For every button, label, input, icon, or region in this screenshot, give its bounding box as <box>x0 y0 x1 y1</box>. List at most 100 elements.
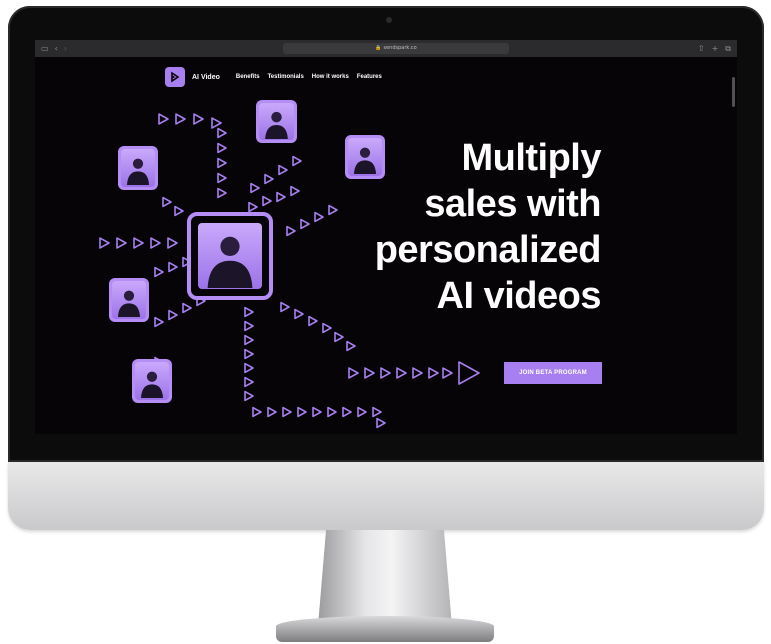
arrow-icon <box>308 315 318 327</box>
hero-title: Multiply sales with personalized AI vide… <box>374 135 602 319</box>
arrow-icon <box>262 195 272 207</box>
arrow-icon <box>162 196 172 208</box>
brand-name[interactable]: AI Video <box>192 74 220 81</box>
arrow-icon <box>193 113 204 125</box>
share-icon[interactable]: ⇧ <box>698 40 705 57</box>
video-thumbnail <box>345 135 385 179</box>
video-thumbnail <box>132 359 172 403</box>
nav-link-features[interactable]: Features <box>357 74 382 80</box>
person-icon <box>353 147 377 174</box>
arrow-icon <box>300 218 310 230</box>
arrow-icon <box>327 406 337 418</box>
nav-link-how-it-works[interactable]: How it works <box>312 74 349 80</box>
hero-title-line: sales with <box>424 183 601 225</box>
arrow-icon <box>244 376 254 388</box>
person-icon <box>207 236 253 288</box>
new-tab-icon[interactable]: + <box>712 40 719 57</box>
logo-icon[interactable] <box>165 67 185 87</box>
arrow-icon <box>217 127 227 139</box>
arrow-icon <box>334 331 344 343</box>
arrow-icon <box>314 211 324 223</box>
arrow-icon <box>412 367 423 379</box>
hero-title-line: Multiply <box>461 137 601 179</box>
site-nav: AI Video Benefits Testimonials How it wo… <box>165 67 390 87</box>
arrow-icon <box>168 309 178 321</box>
sidebar-icon[interactable]: ▭ <box>41 40 49 57</box>
monitor-stand <box>318 530 452 626</box>
arrow-icon <box>280 301 290 313</box>
arrow-icon <box>458 361 480 385</box>
arrow-icon <box>217 157 227 169</box>
camera-icon <box>386 17 392 23</box>
browser-toolbar: ▭ ‹ › 🔒 sendspark.co ⇧ + ⧉ <box>35 40 737 57</box>
nav-link-benefits[interactable]: Benefits <box>236 74 260 80</box>
arrow-icon <box>252 406 262 418</box>
arrow-icon <box>182 302 192 314</box>
arrow-icon <box>217 187 227 199</box>
arrow-icon <box>133 237 144 249</box>
hero-title-line: personalized <box>374 229 602 271</box>
arrow-icon <box>357 406 367 418</box>
person-icon <box>265 111 288 139</box>
nav-link-testimonials[interactable]: Testimonials <box>268 74 304 80</box>
arrow-icon <box>312 406 322 418</box>
arrow-icon <box>175 113 186 125</box>
arrow-icon <box>346 340 356 352</box>
arrow-icon <box>217 142 227 154</box>
arrow-icon <box>244 390 254 402</box>
arrow-icon <box>348 367 359 379</box>
video-thumbnail <box>109 278 149 322</box>
arrow-icon <box>297 406 307 418</box>
arrow-icon <box>294 308 304 320</box>
arrow-icon <box>267 406 277 418</box>
person-icon <box>140 371 164 398</box>
forward-icon[interactable]: › <box>64 40 67 57</box>
video-thumbnail <box>118 146 158 190</box>
arrow-icon <box>428 367 439 379</box>
arrow-icon <box>154 266 164 278</box>
tabs-icon[interactable]: ⧉ <box>725 40 731 57</box>
arrow-icon <box>282 406 292 418</box>
screen: ▭ ‹ › 🔒 sendspark.co ⇧ + ⧉ AI Video Benef… <box>35 40 737 434</box>
address-bar[interactable]: 🔒 sendspark.co <box>283 43 509 54</box>
arrow-icon <box>154 316 164 328</box>
arrow-icon <box>396 367 407 379</box>
main-video-thumbnail <box>187 212 273 300</box>
arrow-icon <box>244 320 254 332</box>
person-icon <box>117 290 141 317</box>
arrow-icon <box>328 204 338 216</box>
arrow-icon <box>158 113 169 125</box>
arrow-icon <box>116 237 127 249</box>
arrow-icon <box>292 155 302 167</box>
arrow-icon <box>167 237 178 249</box>
arrow-icon <box>174 205 184 217</box>
monitor-chin <box>8 462 764 530</box>
scrollbar[interactable] <box>732 77 735 107</box>
arrow-icon <box>276 191 286 203</box>
person-icon <box>126 158 150 185</box>
back-icon[interactable]: ‹ <box>55 40 58 57</box>
arrow-icon <box>342 406 352 418</box>
video-thumbnail <box>256 100 297 143</box>
arrow-icon <box>211 117 222 129</box>
arrow-icon <box>380 367 391 379</box>
arrow-icon <box>290 185 300 197</box>
arrow-icon <box>244 334 254 346</box>
arrow-icon <box>278 164 288 176</box>
hero-title-line: AI videos <box>436 275 602 317</box>
arrow-icon <box>372 406 382 418</box>
arrow-icon <box>264 173 274 185</box>
arrow-icon <box>168 261 178 273</box>
arrow-icon <box>364 367 375 379</box>
landing-page: AI Video Benefits Testimonials How it wo… <box>35 57 737 434</box>
arrow-icon <box>244 348 254 360</box>
join-beta-button[interactable]: JOIN BETA PROGRAM <box>504 362 602 384</box>
arrow-icon <box>248 201 258 213</box>
arrow-icon <box>442 367 453 379</box>
arrow-icon <box>150 237 161 249</box>
url-text: sendspark.co <box>383 45 417 51</box>
arrow-icon <box>217 172 227 184</box>
lock-icon: 🔒 <box>375 45 382 51</box>
arrow-icon <box>99 237 110 249</box>
arrow-icon <box>322 322 332 334</box>
